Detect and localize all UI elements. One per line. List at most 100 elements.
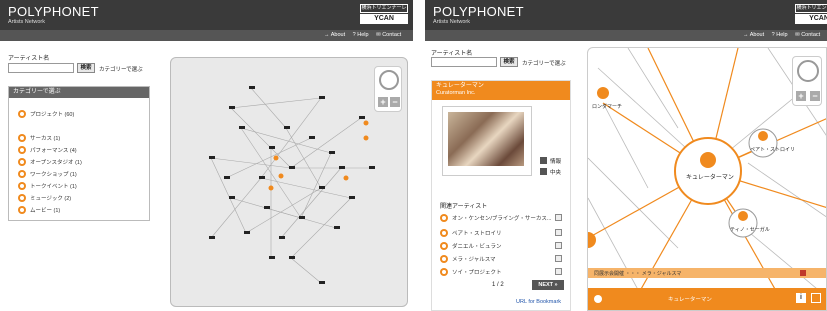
artist-name-label: アーティスト名 xyxy=(8,56,50,62)
zoom-control: + − xyxy=(792,56,822,106)
about-link[interactable]: → About xyxy=(324,32,345,38)
artist-icon xyxy=(440,254,448,263)
sub-nav: → About ? Help ✉ Contact xyxy=(0,30,413,41)
bottom-node-icon xyxy=(594,295,602,303)
pan-dial[interactable] xyxy=(797,60,819,82)
search-button[interactable]: 検索 xyxy=(500,57,518,67)
zoom-in-button[interactable]: + xyxy=(378,97,388,107)
close-icon[interactable] xyxy=(811,293,821,303)
artist-search-input[interactable] xyxy=(431,57,497,67)
circus-icon xyxy=(18,133,26,142)
related-artist[interactable]: メラ・ジャルスマ xyxy=(440,254,568,263)
node-label[interactable]: ロンダマーチ xyxy=(592,103,622,110)
next-button[interactable]: NEXT » xyxy=(532,280,564,290)
project-icon xyxy=(18,109,26,118)
artist-node-icon[interactable] xyxy=(597,87,609,99)
left-screen: POLYPHONET Artists Network 横浜トリエンナーレ YCA… xyxy=(0,0,413,311)
info-icon[interactable] xyxy=(540,157,547,164)
close-square-icon[interactable] xyxy=(800,270,806,276)
category-item[interactable]: ワークショップ (1) xyxy=(18,169,77,178)
event-badge-top: 横浜トリエンナーレ xyxy=(795,4,827,13)
event-badge[interactable]: 横浜トリエンナーレ YCAN xyxy=(360,4,408,24)
category-item[interactable]: パフォーマンス (4) xyxy=(18,145,77,154)
separator xyxy=(413,0,425,311)
artist-icon xyxy=(440,228,448,237)
performance-icon xyxy=(18,145,26,154)
event-badge[interactable]: 横浜トリエンナーレ YCAN xyxy=(795,4,827,24)
category-item[interactable]: オープンスタジオ (1) xyxy=(18,157,82,166)
center-node-label: キュレーターマン xyxy=(686,175,734,181)
category-panel: カテゴリーで選ぶ プロジェクト (60) サーカス (1) パフォーマンス (4… xyxy=(8,86,150,221)
category-link[interactable]: カテゴリーで選ぶ xyxy=(522,59,566,67)
center-icon[interactable] xyxy=(540,168,547,175)
zoom-out-button[interactable]: − xyxy=(810,91,820,101)
search-button[interactable]: 検索 xyxy=(77,63,95,73)
related-artist[interactable]: ソイ・プロジェクト xyxy=(440,267,568,276)
open-studio-icon xyxy=(18,157,26,166)
logo[interactable]: POLYPHONET xyxy=(433,4,524,19)
logo-subtitle: Artists Network xyxy=(8,19,45,25)
pan-dial[interactable] xyxy=(379,70,399,90)
contact-link[interactable]: ✉ Contact xyxy=(795,32,820,38)
logo[interactable]: POLYPHONET xyxy=(8,4,99,19)
center-node[interactable] xyxy=(674,137,742,205)
magnify-icon[interactable] xyxy=(555,229,562,236)
network-graph[interactable]: + − xyxy=(170,57,408,307)
event-badge-bottom: YCAN xyxy=(360,14,408,24)
about-link[interactable]: → About xyxy=(743,32,764,38)
help-link[interactable]: ? Help xyxy=(353,32,369,38)
zoom-control: + − xyxy=(374,66,402,112)
artist-node-icon xyxy=(738,211,748,221)
related-artist[interactable]: ダニエル・ビュラン xyxy=(440,241,568,250)
category-item[interactable]: ムービー (1) xyxy=(18,205,60,214)
category-panel-title: カテゴリーで選ぶ xyxy=(9,87,149,98)
contact-link[interactable]: ✉ Contact xyxy=(376,32,401,38)
workshop-icon xyxy=(18,169,26,178)
magnify-icon[interactable] xyxy=(555,268,562,275)
artist-icon xyxy=(440,241,448,250)
logo-subtitle: Artists Network xyxy=(433,19,470,25)
movie-icon xyxy=(18,205,26,214)
artist-photo-frame xyxy=(442,106,532,176)
category-item[interactable]: トークイベント (1) xyxy=(18,181,77,190)
event-badge-top: 横浜トリエンナーレ xyxy=(360,4,408,13)
event-badge-bottom: YCAN xyxy=(795,14,827,24)
zoom-in-button[interactable]: + xyxy=(796,91,806,101)
talk-event-icon xyxy=(18,181,26,190)
center-link[interactable]: 中央 xyxy=(550,168,561,176)
category-item[interactable]: サーカス (1) xyxy=(18,133,60,142)
pagination: 1 / 2 xyxy=(492,282,504,288)
bottom-label: キュレーターマン xyxy=(668,297,712,303)
header: POLYPHONET Artists Network 横浜トリエンナーレ YCA… xyxy=(0,0,413,30)
zoom-out-button[interactable]: − xyxy=(390,97,400,107)
magnify-icon[interactable] xyxy=(555,255,562,262)
sub-nav: → About ? Help ✉ Contact xyxy=(425,30,827,41)
magnify-icon[interactable] xyxy=(555,242,562,249)
artist-search-input[interactable] xyxy=(8,63,74,73)
artist-name-label: アーティスト名 xyxy=(431,51,473,57)
artist-name: キュレーターマン xyxy=(436,83,484,89)
category-link[interactable]: カテゴリーで選ぶ xyxy=(99,65,143,73)
info-link[interactable]: 情報 xyxy=(550,157,561,165)
network-graph[interactable]: キュレーターマン ロンダマーチ ペアト・ストロイリ ティノ・セーガル + − 同… xyxy=(587,47,827,311)
related-artist[interactable]: オン・ケンセン/ブライング・サーカス... xyxy=(440,213,568,222)
category-item[interactable]: ミュージック (2) xyxy=(18,193,71,202)
related-title: 関連アーティスト xyxy=(440,204,488,210)
artist-panel: キュレーターマン Curatorman Inc. 情報 中央 関連アーティスト … xyxy=(431,80,571,311)
node-label[interactable]: ペアト・ストロイリ xyxy=(750,146,795,153)
bookmark-link[interactable]: URL for Bookmark xyxy=(516,299,561,305)
bottom-bar: キュレーターマン i xyxy=(588,288,826,310)
related-artist[interactable]: ペアト・ストロイリ xyxy=(440,228,568,237)
info-icon[interactable]: i xyxy=(796,293,806,303)
magnify-icon[interactable] xyxy=(555,214,562,221)
artist-org: Curatorman Inc. xyxy=(436,90,476,96)
category-item[interactable]: プロジェクト (60) xyxy=(18,109,74,118)
relation-text: 同展示会開催 ・・・ メラ・ジャルスマ xyxy=(594,271,682,277)
help-link[interactable]: ? Help xyxy=(772,32,788,38)
node-label[interactable]: ティノ・セーガル xyxy=(730,226,770,233)
artist-node-icon xyxy=(758,131,768,141)
artist-icon xyxy=(440,213,448,222)
relation-bar: 同展示会開催 ・・・ メラ・ジャルスマ xyxy=(588,268,826,278)
artist-photo xyxy=(448,112,524,166)
music-icon xyxy=(18,193,26,202)
